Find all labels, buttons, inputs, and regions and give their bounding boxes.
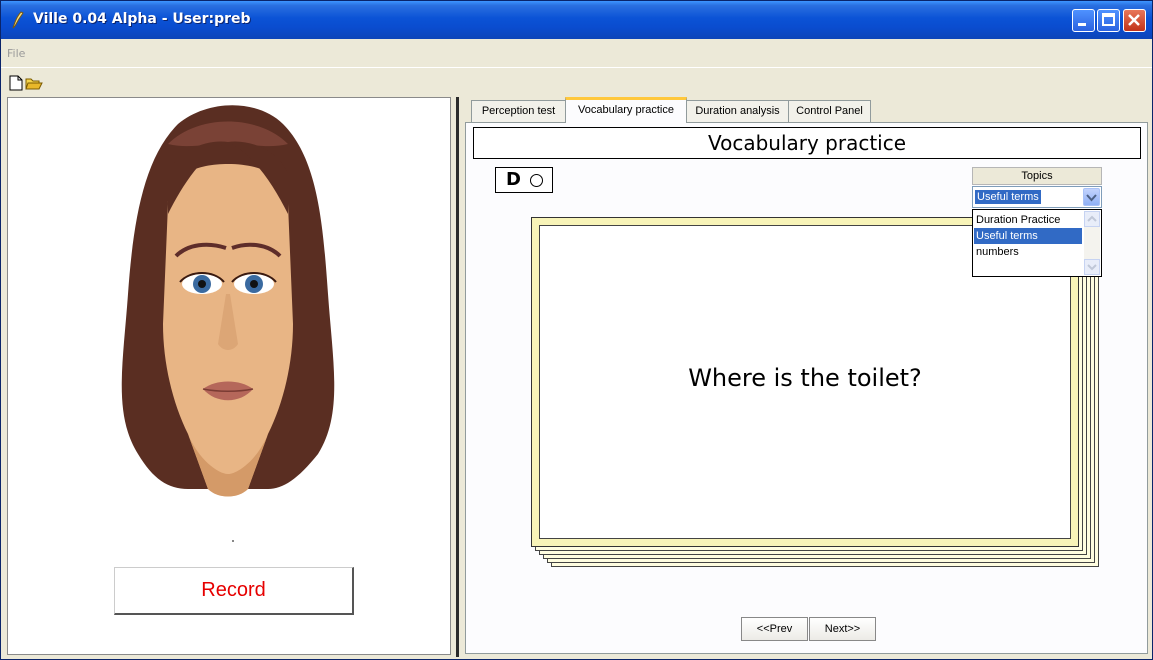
tab-perception-test[interactable]: Perception test xyxy=(471,100,566,122)
tab-vocabulary-practice[interactable]: Vocabulary practice xyxy=(565,97,687,123)
menu-bar: File xyxy=(1,39,1152,67)
indicator-letter: D xyxy=(506,169,521,190)
menu-file[interactable]: File xyxy=(7,47,25,60)
talking-head-avatar xyxy=(121,105,335,497)
open-folder-button[interactable] xyxy=(25,74,43,92)
new-document-button[interactable] xyxy=(7,74,25,92)
maximize-icon xyxy=(1102,13,1115,26)
flashcard-text: Where is the toilet? xyxy=(688,364,922,392)
topic-option[interactable]: Duration Practice xyxy=(974,212,1082,228)
topics-select[interactable]: Useful terms xyxy=(972,186,1102,208)
window-title: Ville 0.04 Alpha - User:preb xyxy=(33,11,251,27)
topic-option[interactable]: numbers xyxy=(974,244,1082,260)
topics-selected-value: Useful terms xyxy=(975,190,1041,204)
tab-duration-analysis[interactable]: Duration analysis xyxy=(686,100,789,122)
tab-control-panel[interactable]: Control Panel xyxy=(788,100,871,122)
close-button[interactable] xyxy=(1123,9,1146,32)
scroll-down-button[interactable] xyxy=(1084,259,1100,275)
scroll-up-button[interactable] xyxy=(1084,211,1100,227)
open-folder-icon xyxy=(25,78,43,90)
vocabulary-practice-panel: Vocabulary practice D Where is the toile… xyxy=(465,122,1148,654)
topics-dropdown: Topics Useful terms Duration Practice Us… xyxy=(972,167,1102,277)
topics-option-list: Duration Practice Useful terms numbers xyxy=(972,209,1102,277)
toolbar xyxy=(1,67,1152,95)
divider-dot xyxy=(232,540,234,542)
page-title: Vocabulary practice xyxy=(473,127,1141,159)
dropdown-arrow-button[interactable] xyxy=(1083,188,1100,206)
avatar-panel: Record xyxy=(7,97,451,655)
prev-button[interactable]: <<Prev xyxy=(741,617,808,641)
title-bar[interactable]: Ville 0.04 Alpha - User:preb xyxy=(1,1,1152,39)
record-button[interactable]: Record xyxy=(114,567,354,615)
quill-pen-icon xyxy=(12,11,24,29)
app-window: Ville 0.04 Alpha - User:preb File Record… xyxy=(0,0,1153,660)
scroll-down-icon xyxy=(1087,264,1097,271)
topic-option[interactable]: Useful terms xyxy=(974,228,1082,244)
chevron-down-icon xyxy=(1086,194,1097,202)
minimize-button[interactable] xyxy=(1072,9,1095,32)
panel-splitter[interactable] xyxy=(456,97,459,657)
scroll-up-icon xyxy=(1087,215,1097,222)
indicator-box: D xyxy=(495,167,553,193)
list-scrollbar[interactable] xyxy=(1084,211,1100,275)
maximize-button[interactable] xyxy=(1097,9,1120,32)
minimize-icon xyxy=(1078,23,1086,26)
indicator-circle-icon xyxy=(530,174,543,187)
next-button[interactable]: Next>> xyxy=(809,617,876,641)
new-document-icon xyxy=(9,75,23,91)
close-icon xyxy=(1128,14,1140,26)
topics-label: Topics xyxy=(972,167,1102,185)
